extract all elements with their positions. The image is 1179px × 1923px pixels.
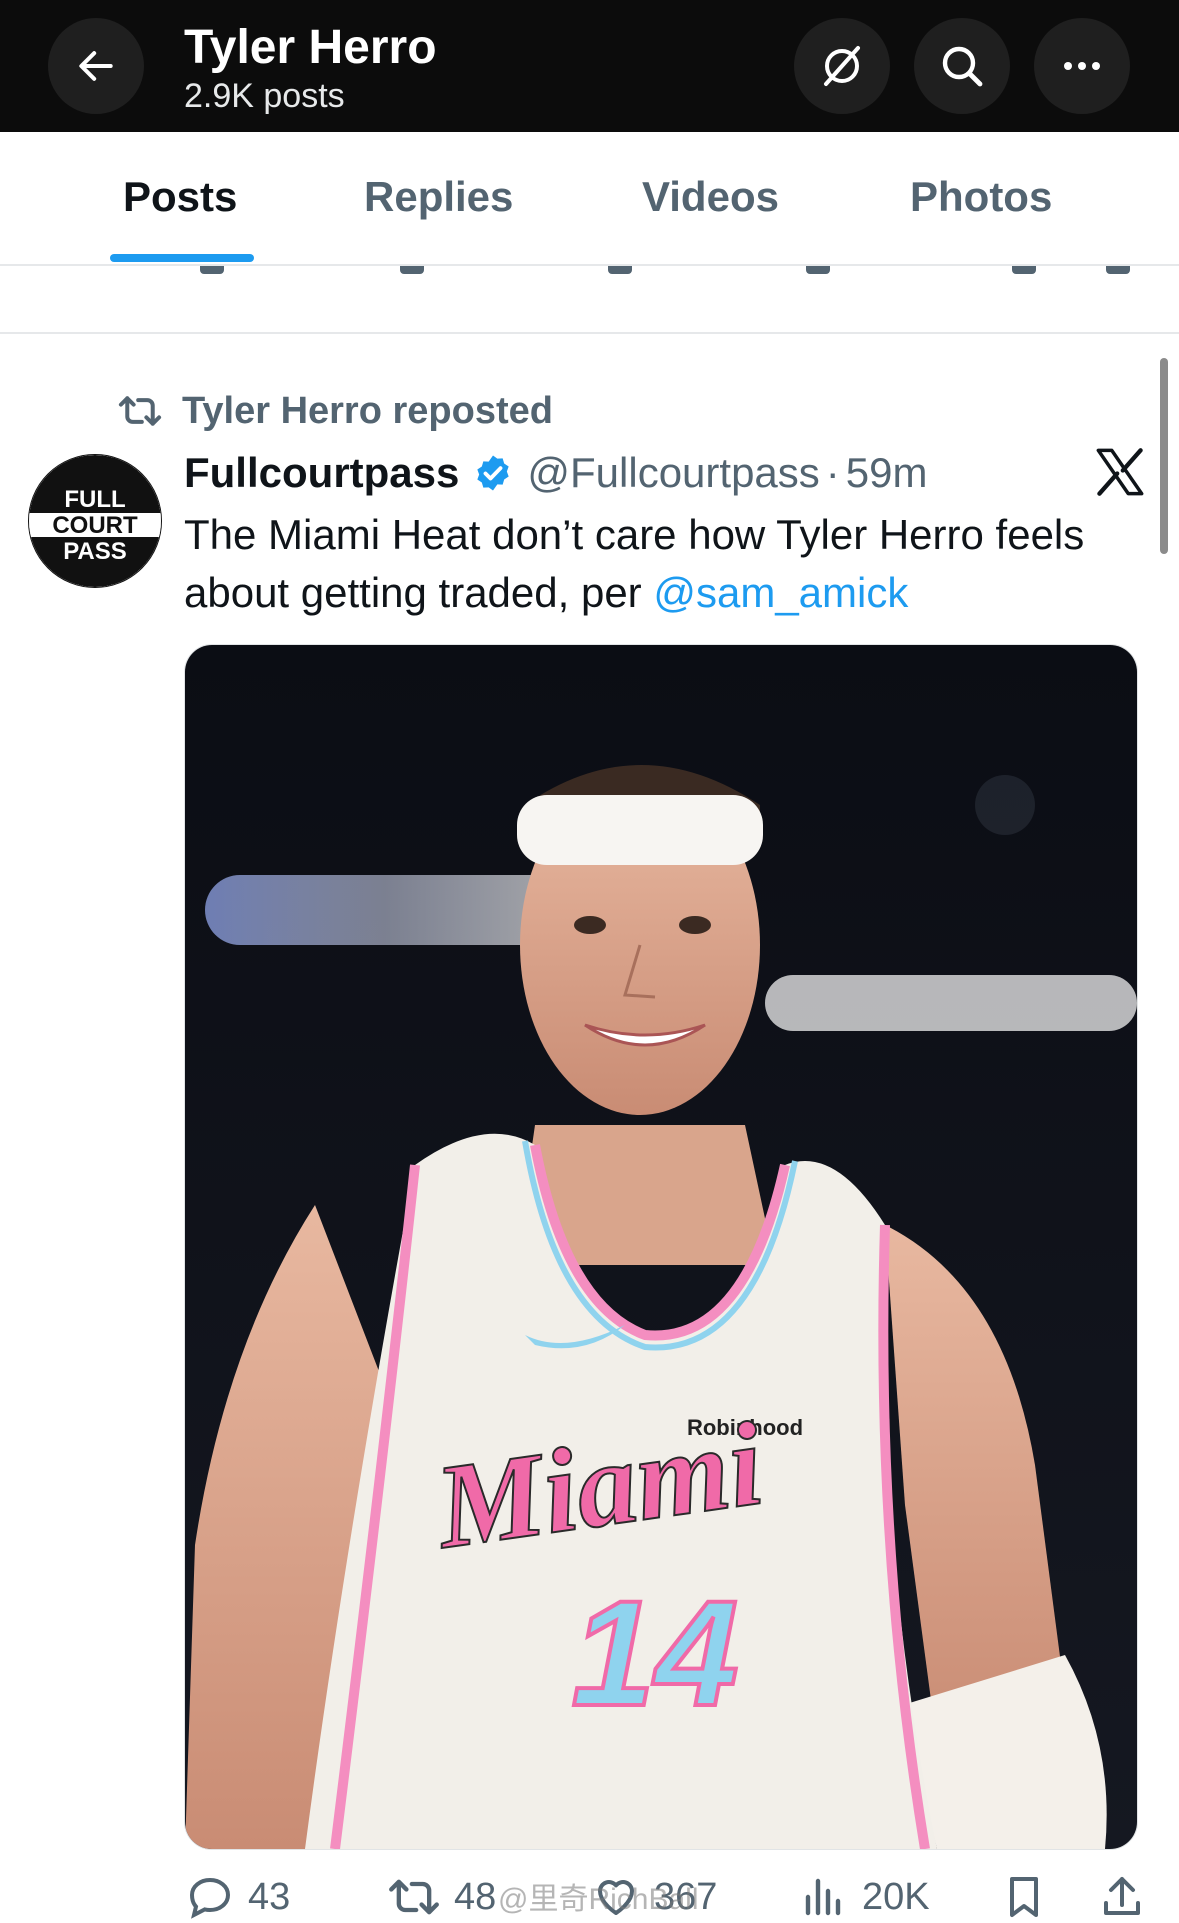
reply-count: 43 — [248, 1875, 291, 1918]
view-count: 20K — [862, 1875, 930, 1918]
views-icon — [805, 1878, 841, 1916]
profile-tabs: Posts Replies Videos Photos — [0, 132, 1179, 266]
views-button[interactable]: 20K — [800, 1872, 930, 1922]
bookmark-icon — [1010, 1877, 1038, 1917]
author-row: Fullcourtpass @Fullcourtpass · 59m — [184, 446, 928, 500]
avatar[interactable]: FULL COURT PASS — [28, 454, 162, 588]
tab-posts[interactable]: Posts — [123, 172, 237, 222]
more-icon — [1064, 62, 1100, 70]
svg-text:14: 14 — [572, 1569, 739, 1737]
repost-label: Tyler Herro reposted — [182, 389, 553, 432]
fullcourtpass-logo: FULL COURT PASS — [29, 455, 161, 587]
profile-name: Tyler Herro — [184, 21, 437, 74]
post-time[interactable]: 59m — [846, 449, 928, 497]
reply-icon — [189, 1877, 231, 1919]
grok-icon — [824, 46, 860, 86]
share-icon — [1104, 1877, 1140, 1915]
tab-videos[interactable]: Videos — [642, 172, 779, 222]
active-tab-indicator — [110, 254, 254, 262]
author-handle[interactable]: @Fullcourtpass — [527, 449, 819, 497]
separator-dot: · — [825, 449, 840, 496]
tab-photos[interactable]: Photos — [910, 172, 1052, 222]
scrollbar[interactable] — [1160, 358, 1168, 554]
watermark: @里奇RichBall — [498, 1883, 699, 1916]
grok-button[interactable] — [794, 18, 890, 114]
author-name[interactable]: Fullcourtpass — [184, 449, 459, 497]
share-button[interactable] — [1098, 1872, 1146, 1922]
svg-text:PASS: PASS — [63, 538, 127, 565]
repost-icon — [118, 396, 162, 426]
post-image[interactable]: Robinhood Miami 14 — [184, 644, 1138, 1850]
post-body: The Miami Heat don’t care how Tyler Herr… — [184, 511, 1085, 616]
verified-badge-icon — [473, 453, 513, 493]
back-arrow-icon — [79, 51, 113, 81]
post-text: The Miami Heat don’t care how Tyler Herr… — [184, 506, 1164, 622]
search-button[interactable] — [914, 18, 1010, 114]
x-logo-icon — [1094, 446, 1146, 503]
bookmark-button[interactable] — [1000, 1872, 1048, 1922]
svg-text:COURT: COURT — [52, 512, 138, 539]
more-button[interactable] — [1034, 18, 1130, 114]
search-icon — [942, 46, 983, 87]
repost-button[interactable]: 48 — [388, 1872, 496, 1922]
top-header: Tyler Herro 2.9K posts — [0, 0, 1179, 132]
back-button[interactable] — [48, 18, 144, 114]
previous-post-remnant — [0, 266, 1179, 334]
repost-indicator: Tyler Herro reposted — [118, 386, 553, 436]
svg-text:FULL: FULL — [64, 486, 125, 513]
mention-link[interactable]: @sam_amick — [653, 569, 908, 616]
post-count: 2.9K posts — [184, 77, 345, 115]
repost-count: 48 — [454, 1875, 497, 1918]
reply-button[interactable]: 43 — [186, 1872, 290, 1922]
tab-replies[interactable]: Replies — [364, 172, 513, 222]
repost-icon — [389, 1879, 439, 1915]
